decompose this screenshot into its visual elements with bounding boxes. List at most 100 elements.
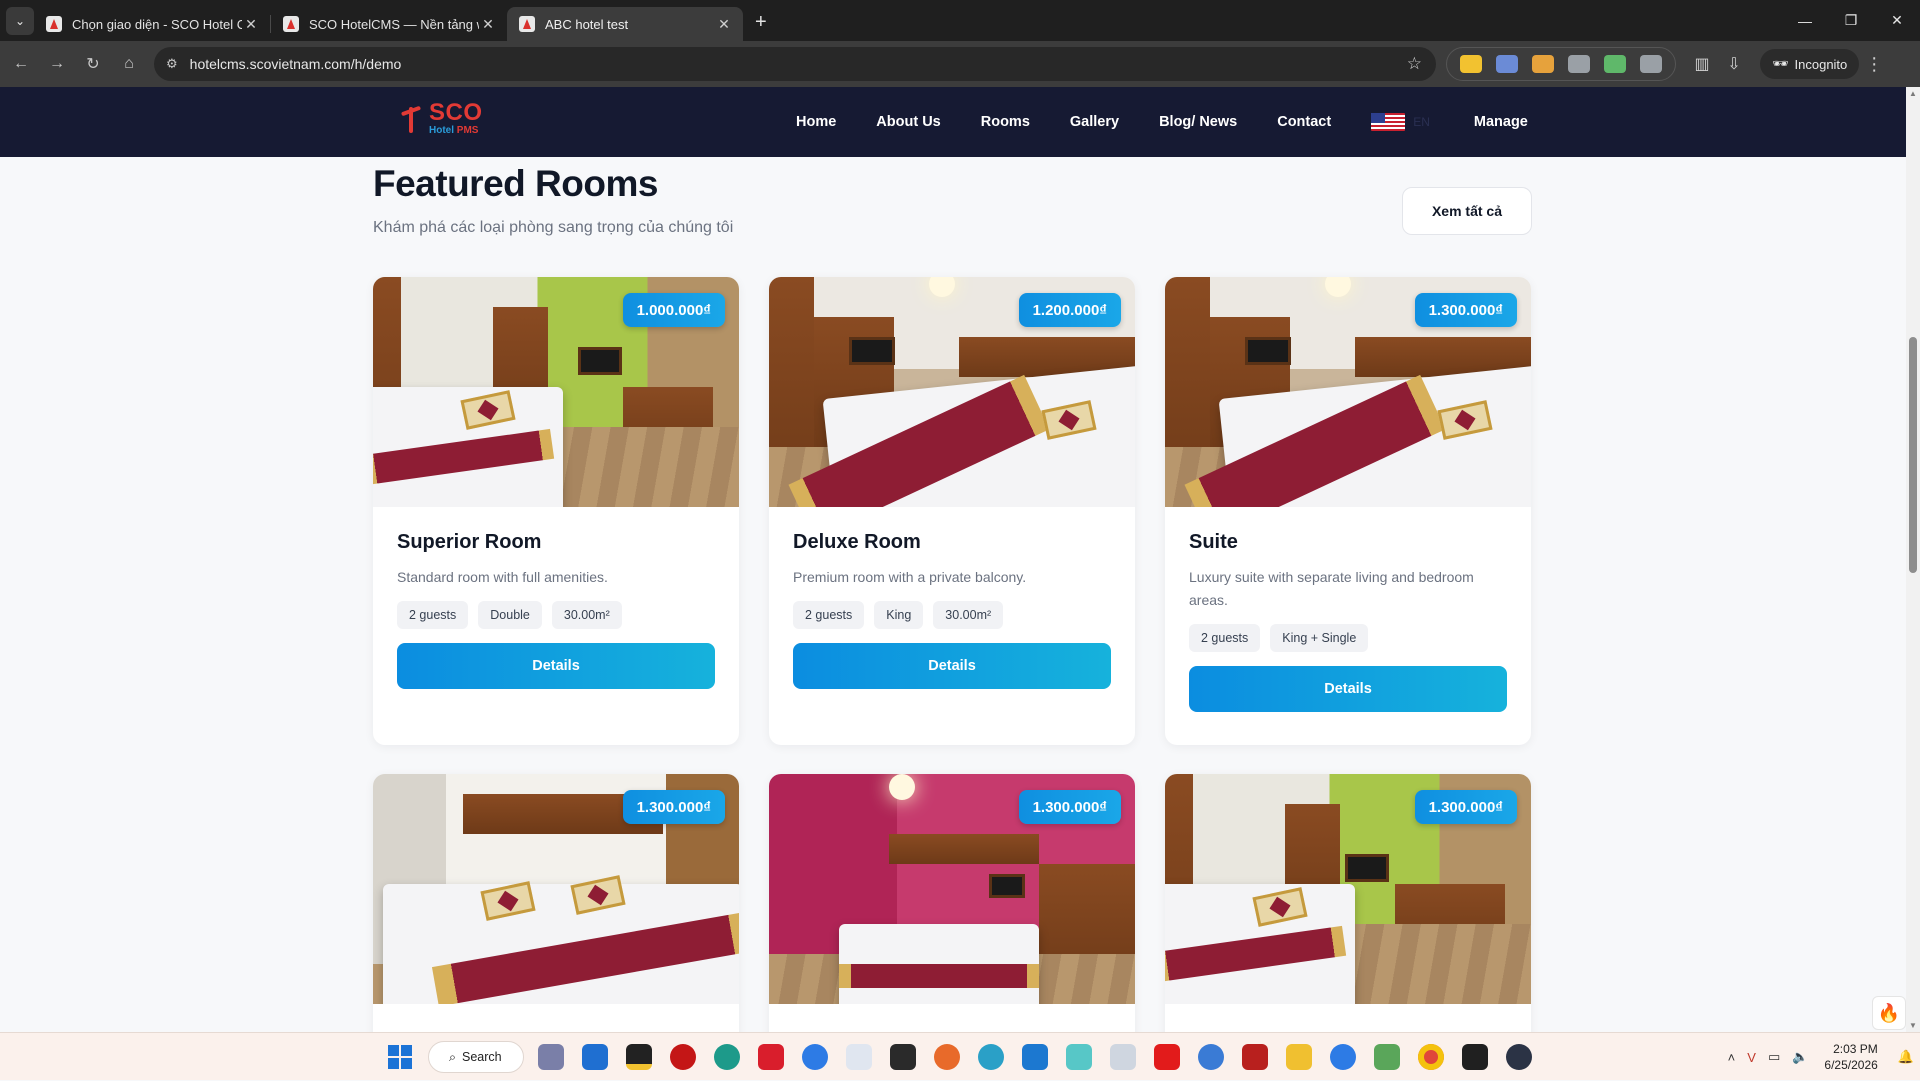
app-icon[interactable] [1506,1044,1532,1070]
details-button[interactable]: Details [397,643,715,689]
claude-icon[interactable] [934,1044,960,1070]
edge-icon[interactable] [714,1044,740,1070]
app-icon[interactable] [890,1044,916,1070]
tab-search-icon[interactable]: ⌄ [6,6,34,35]
mail-icon[interactable] [1066,1044,1092,1070]
scroll-down-icon[interactable]: ▼ [1908,1021,1918,1030]
extension-icon[interactable] [1460,55,1482,73]
restore-icon[interactable]: ❐ [1828,0,1874,41]
youtube-icon[interactable] [1154,1044,1180,1070]
notification-icon[interactable]: 🔔 [1898,1049,1914,1065]
network-icon[interactable]: ▭ [1768,1049,1780,1065]
sticky-notes-icon[interactable] [626,1044,652,1070]
close-icon[interactable]: ✕ [715,16,733,33]
room-name: Deluxe Room [793,531,921,553]
see-all-button[interactable]: Xem tất cả [1402,187,1532,235]
camera-icon[interactable] [1568,55,1590,73]
nav-about-us[interactable]: About Us [876,114,940,130]
menu-kebab-icon[interactable]: ⋮ [1859,54,1889,75]
taskbar-search[interactable]: ⌕ Search [428,1041,524,1073]
minimize-icon[interactable]: — [1782,0,1828,41]
close-icon[interactable]: ✕ [479,16,497,33]
room-photo[interactable]: 1.300.000₫ [1165,774,1531,1004]
home-icon[interactable]: ⌂ [114,49,144,79]
incognito-label: Incognito [1794,56,1848,72]
file-explorer-icon[interactable] [1286,1044,1312,1070]
floating-fire-icon[interactable]: 🔥 [1872,996,1906,1030]
app-icon[interactable] [1110,1044,1136,1070]
shopee-icon[interactable] [758,1044,784,1070]
page-scrollbar[interactable]: ▲ ▼ [1906,87,1920,1032]
chevron-up-icon[interactable]: ˄ [1728,1050,1736,1065]
zalo-icon[interactable] [802,1044,828,1070]
nav-contact[interactable]: Contact [1277,114,1331,130]
incognito-badge[interactable]: 🕶 Incognito [1760,49,1860,79]
address-bar[interactable]: ⚙ hotelcms.scovietnam.com/h/demo ☆ [154,47,1436,81]
price-badge: 1.300.000₫ [1414,790,1517,824]
section-title: Featured Rooms [373,163,658,204]
tray-app-icon[interactable]: V [1747,1050,1756,1065]
guests-tag: 2 guests [793,601,865,629]
reading-mode-icon[interactable]: ▥ [1686,54,1718,74]
zalo-icon[interactable] [1330,1044,1356,1070]
volume-icon[interactable]: 🔈 [1792,1049,1808,1065]
recorder-icon[interactable] [670,1044,696,1070]
outlook-icon[interactable] [582,1044,608,1070]
browser-tab[interactable]: Chọn giao diện - SCO Hotel CMS ✕ [34,7,270,41]
reload-icon[interactable]: ↻ [78,49,108,79]
logo-word: SCO [429,99,483,126]
room-photo[interactable]: 1.300.000₫ [373,774,739,1004]
extensions-group [1446,47,1676,81]
filezilla-icon[interactable] [1242,1044,1268,1070]
vscode-icon[interactable] [1022,1044,1048,1070]
puzzle-icon[interactable] [1640,55,1662,73]
price-badge: 1.300.000₫ [1414,293,1517,327]
taskbar-clock[interactable]: 2:03 PM 6/25/2026 [1824,1041,1877,1073]
clock-date: 6/25/2026 [1824,1058,1878,1072]
details-button[interactable]: Details [793,643,1111,689]
nav-rooms[interactable]: Rooms [981,114,1030,130]
terminal-icon[interactable] [1462,1044,1488,1070]
site-logo[interactable]: SCO Hotel PMS [399,101,483,136]
snipping-tool-icon[interactable] [846,1044,872,1070]
room-photo[interactable]: 1.200.000₫ [769,277,1135,507]
scroll-up-icon[interactable]: ▲ [1908,89,1918,98]
nav-blog-news[interactable]: Blog/ News [1159,114,1237,130]
new-tab-icon[interactable]: + [755,11,767,34]
downloads-icon[interactable]: ⇩ [1718,54,1750,74]
back-icon[interactable]: ← [6,49,36,79]
app-icon[interactable] [978,1044,1004,1070]
area-tag: 30.00m² [551,601,622,629]
extension-icon[interactable] [1496,55,1518,73]
room-card: 1.300.000₫ [769,774,1135,1032]
nav-home[interactable]: Home [796,114,836,130]
nav-manage[interactable]: Manage [1474,114,1528,130]
windows-start-icon[interactable] [388,1045,412,1069]
taskbar-app-icon[interactable] [538,1044,564,1070]
scrollbar-thumb[interactable] [1909,337,1917,573]
incognito-icon: 🕶 [1772,56,1789,71]
room-photo[interactable]: 1.000.000₫ [373,277,739,507]
bookmark-star-icon[interactable]: ☆ [1407,54,1422,74]
language-code: EN [1413,115,1430,129]
room-description: Luxury suite with separate living and be… [1189,569,1474,608]
close-window-icon[interactable]: ✕ [1874,0,1920,41]
browser-tab[interactable]: SCO HotelCMS — Nền tảng web ✕ [271,7,507,41]
room-photo[interactable]: 1.300.000₫ [769,774,1135,1004]
extension-icon[interactable] [1532,55,1554,73]
site-info-icon[interactable]: ⚙ [166,56,178,72]
close-icon[interactable]: ✕ [242,16,260,33]
app-icon[interactable] [1374,1044,1400,1070]
room-photo[interactable]: 1.300.000₫ [1165,277,1531,507]
nav-gallery[interactable]: Gallery [1070,114,1119,130]
taskbar-search-label: Search [462,1050,502,1064]
room-card: 1.300.000₫ [373,774,739,1032]
extension-icon[interactable] [1604,55,1626,73]
chrome-icon[interactable] [1418,1044,1444,1070]
cloud-icon[interactable] [1198,1044,1224,1070]
section-subtitle: Khám phá các loại phòng sang trọng của c… [373,219,734,236]
language-switcher[interactable]: EN [1371,113,1430,131]
forward-icon[interactable]: → [42,49,72,79]
details-button[interactable]: Details [1189,666,1507,712]
browser-tab-active[interactable]: ABC hotel test ✕ [507,7,743,41]
